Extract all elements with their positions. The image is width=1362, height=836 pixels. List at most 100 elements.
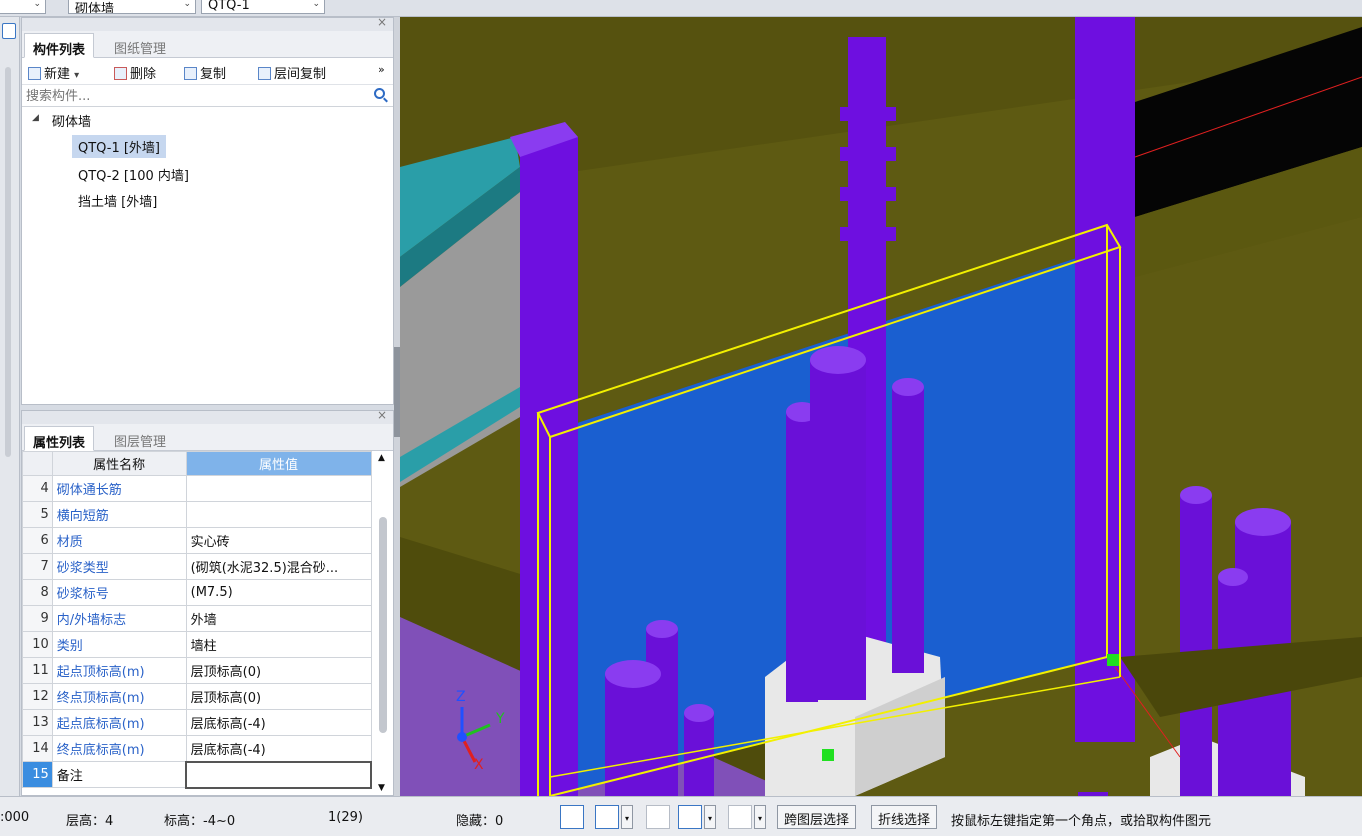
axis-label-z: Z (456, 689, 466, 705)
tree-item[interactable]: 挡土墙 [外墙] (78, 191, 157, 210)
row-index: 8 (22, 579, 53, 606)
scroll-thumb[interactable] (379, 517, 387, 733)
dock-toggle-button[interactable] (2, 23, 16, 39)
left-dock-strip (0, 17, 20, 796)
chevron-down-icon[interactable]: ▾ (704, 805, 716, 829)
component-type-value: 砌体墙 (75, 2, 115, 14)
table-row[interactable]: 5 横向短筋 (22, 501, 372, 528)
table-row[interactable]: 7 砂浆类型 (砌筑(水泥32.5)混合砂... (22, 553, 372, 580)
property-name: 横向短筋 (51, 501, 187, 528)
chevron-down-icon[interactable]: ▾ (621, 805, 633, 829)
property-value[interactable]: 墙柱 (185, 631, 372, 658)
floor-copy-label: 层间复制 (274, 67, 327, 82)
property-name: 砂浆类型 (51, 553, 187, 580)
property-value[interactable]: 外墙 (185, 605, 372, 632)
table-row[interactable]: 8 砂浆标号 (M7.5) (22, 579, 372, 606)
tree-item[interactable]: QTQ-2 [100 内墙] (78, 165, 189, 184)
chevron-down-icon: ⌄ (183, 0, 191, 9)
new-label: 新建 (44, 67, 71, 82)
axis-label-x: X (474, 757, 484, 773)
delete-button[interactable]: 删除 (114, 63, 156, 82)
scene-canvas (400, 17, 1362, 796)
table-row[interactable]: 9 内/外墙标志 外墙 (22, 605, 372, 632)
close-icon[interactable]: × (377, 15, 387, 29)
table-row[interactable]: 6 材质 实心砖 (22, 527, 372, 554)
property-value[interactable]: (M7.5) (185, 579, 372, 606)
3d-viewport[interactable]: Z Y X (400, 17, 1362, 796)
row-index: 6 (22, 527, 53, 554)
angle-toggle-icon[interactable] (678, 805, 702, 829)
property-value[interactable] (185, 760, 372, 789)
tree-item[interactable]: QTQ-1 [外墙] (72, 135, 167, 158)
tab-layer-management[interactable]: 图层管理 (106, 426, 174, 451)
floor-combo[interactable]: ⌄ (0, 0, 46, 14)
left-scrollbar[interactable] (5, 67, 11, 457)
app-window: ⌄ 砌体墙 ⌄ QTQ-1 ⌄ × 构件列表 图纸管理 新建 ▾ 删除 复制 层… (0, 0, 1362, 836)
property-value[interactable] (185, 501, 372, 528)
property-scrollbar[interactable]: ▲ ▼ (377, 453, 389, 793)
copy-label: 复制 (200, 67, 227, 82)
property-name: 终点顶标高(m) (51, 683, 187, 710)
search-input[interactable] (26, 87, 366, 105)
snap-toggle-icon[interactable] (595, 805, 619, 829)
component-item-value: QTQ-1 (208, 0, 250, 13)
collapse-arrow-icon[interactable]: ◢ (32, 113, 39, 123)
property-value[interactable]: 层顶标高(0) (185, 683, 372, 710)
offset-toggle-icon[interactable] (728, 805, 752, 829)
chevron-down-icon[interactable]: ▾ (74, 70, 79, 81)
tab-component-list[interactable]: 构件列表 (24, 33, 95, 58)
ortho-toggle-icon[interactable] (560, 805, 584, 829)
scroll-up-icon[interactable]: ▲ (378, 453, 385, 463)
table-row[interactable]: 15 备注 (22, 760, 372, 789)
component-type-combo[interactable]: 砌体墙 ⌄ (68, 0, 196, 14)
selection-count: 1(29) (328, 810, 363, 825)
row-index: 11 (22, 657, 53, 684)
floor-height-readout: 层高：4 (66, 814, 114, 829)
table-row[interactable]: 11 起点顶标高(m) 层顶标高(0) (22, 657, 372, 684)
property-value[interactable]: 层底标高(-4) (185, 709, 372, 736)
table-row[interactable]: 14 终点底标高(m) 层底标高(-4) (22, 735, 372, 762)
component-tabs: 构件列表 图纸管理 (22, 31, 393, 58)
row-index: 4 (22, 475, 53, 502)
property-value[interactable] (185, 475, 372, 502)
new-button[interactable]: 新建 ▾ (28, 63, 79, 82)
chevron-down-icon: ⌄ (33, 0, 41, 9)
axis-label-y: Y (496, 711, 505, 727)
row-index: 10 (22, 631, 53, 658)
search-icon[interactable] (374, 88, 385, 99)
property-panel: × 属性列表 图层管理 属性名称 属性值 4 砌体通长筋 5 横向短筋 6 材质 实心砖 7 砂… (21, 408, 394, 796)
cross-disabled-icon (646, 805, 670, 829)
property-value[interactable]: 层底标高(-4) (185, 735, 372, 762)
property-name: 起点顶标高(m) (51, 657, 187, 684)
floor-copy-button[interactable]: 层间复制 (258, 63, 326, 82)
property-table: 属性名称 属性值 4 砌体通长筋 5 横向短筋 6 材质 实心砖 7 砂浆类型 (砌筑(水泥32.… (22, 451, 372, 789)
copy-button[interactable]: 复制 (184, 63, 226, 82)
cross-layer-select-button[interactable]: 跨图层选择 (777, 805, 857, 829)
property-value[interactable]: 实心砖 (185, 527, 372, 554)
table-row[interactable]: 4 砌体通长筋 (22, 475, 372, 502)
scale-readout: :000 (0, 810, 30, 825)
property-name: 起点底标高(m) (51, 709, 187, 736)
more-button[interactable]: » (378, 63, 385, 76)
chevron-down-icon[interactable]: ▾ (754, 805, 766, 829)
new-icon (28, 67, 41, 80)
delete-icon (114, 67, 127, 80)
tab-property-list[interactable]: 属性列表 (24, 426, 95, 451)
status-bar: :000 层高：4 标高：-4~0 1(29) 隐藏：0 ▾ ▾ ▾ 跨图层选择… (0, 796, 1362, 836)
hidden-count: 隐藏：0 (456, 814, 504, 829)
property-value[interactable]: 层顶标高(0) (185, 657, 372, 684)
table-header-row: 属性名称 属性值 (22, 451, 372, 476)
table-row[interactable]: 12 终点顶标高(m) 层顶标高(0) (22, 683, 372, 710)
table-row[interactable]: 10 类别 墙柱 (22, 631, 372, 658)
component-item-combo[interactable]: QTQ-1 ⌄ (201, 0, 325, 14)
property-value[interactable]: (砌筑(水泥32.5)混合砂... (185, 553, 372, 580)
scroll-down-icon[interactable]: ▼ (378, 783, 385, 793)
close-icon[interactable]: × (377, 408, 387, 422)
property-name: 砌体通长筋 (51, 475, 187, 502)
tab-drawing-management[interactable]: 图纸管理 (106, 33, 174, 58)
polyline-select-button[interactable]: 折线选择 (871, 805, 938, 829)
tree-root[interactable]: 砌体墙 (52, 111, 91, 130)
table-row[interactable]: 13 起点底标高(m) 层底标高(-4) (22, 709, 372, 736)
elevation-readout: 标高：-4~0 (164, 814, 236, 829)
chevron-down-icon: ⌄ (312, 0, 320, 9)
